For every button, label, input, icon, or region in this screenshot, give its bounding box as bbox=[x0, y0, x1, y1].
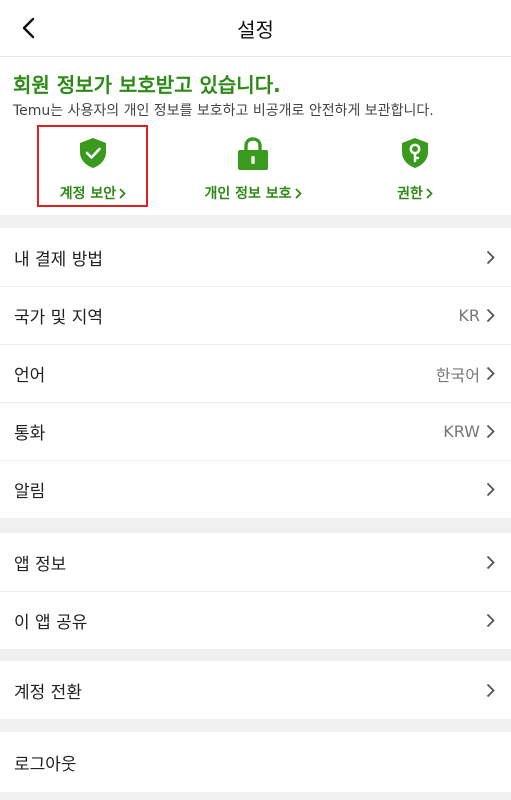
shield-check-icon bbox=[80, 138, 106, 168]
row-label: 국가 및 지역 bbox=[14, 308, 104, 328]
logout-label: 로그아웃 bbox=[14, 754, 77, 775]
chevron-right-icon bbox=[486, 482, 495, 497]
row-value: KR bbox=[458, 306, 480, 325]
about-group: 앱 정보 이 앱 공유 bbox=[0, 533, 511, 649]
language-row[interactable]: 언어 한국어 bbox=[0, 344, 511, 402]
back-button[interactable] bbox=[12, 12, 44, 44]
row-label: 알림 bbox=[14, 482, 46, 502]
chevron-right-icon bbox=[486, 308, 495, 323]
page-title: 설정 bbox=[237, 17, 274, 42]
chevron-left-icon bbox=[22, 17, 35, 39]
privacy-protection-label: 개인 정보 보호 bbox=[204, 186, 292, 202]
account-security-label: 계정 보안 bbox=[59, 186, 117, 202]
top-bar: 설정 bbox=[0, 0, 511, 57]
chevron-right-icon bbox=[486, 683, 495, 697]
notifications-row[interactable]: 알림 bbox=[0, 460, 511, 518]
chevron-right-icon bbox=[119, 187, 126, 199]
permissions-label: 권한 bbox=[397, 186, 423, 202]
currency-row[interactable]: 통화 KRW bbox=[0, 402, 511, 460]
row-label: 계정 전환 bbox=[14, 682, 82, 703]
chevron-right-icon bbox=[486, 613, 495, 628]
shield-key-icon bbox=[402, 138, 428, 168]
row-label: 내 결제 방법 bbox=[14, 249, 104, 270]
privacy-card: 회원 정보가 보호받고 있습니다. Temu는 사용자의 개인 정보를 보호하고… bbox=[0, 57, 511, 215]
row-label: 언어 bbox=[14, 366, 46, 386]
account-security-shortcut[interactable]: 계정 보안 bbox=[28, 125, 158, 205]
logout-group: 로그아웃 bbox=[0, 732, 511, 792]
row-label: 이 앱 공유 bbox=[14, 613, 88, 633]
privacy-description: Temu는 사용자의 개인 정보를 보호하고 비공개로 안전하게 보관합니다. bbox=[13, 103, 434, 119]
share-app-row[interactable]: 이 앱 공유 bbox=[0, 591, 511, 649]
app-info-row[interactable]: 앱 정보 bbox=[0, 533, 511, 591]
payment-methods-row[interactable]: 내 결제 방법 bbox=[0, 228, 511, 286]
logout-row[interactable]: 로그아웃 bbox=[0, 732, 511, 792]
switch-account-group: 계정 전환 bbox=[0, 661, 511, 719]
privacy-protection-shortcut[interactable]: 개인 정보 보호 bbox=[188, 125, 318, 205]
chevron-right-icon bbox=[426, 187, 433, 199]
row-label: 통화 bbox=[14, 424, 46, 444]
chevron-right-icon bbox=[486, 424, 495, 439]
settings-group: 내 결제 방법 국가 및 지역 KR 언어 한국어 통화 KRW 알림 bbox=[0, 228, 511, 518]
chevron-right-icon bbox=[486, 555, 495, 569]
privacy-heading: 회원 정보가 보호받고 있습니다. bbox=[13, 73, 281, 97]
lock-icon bbox=[238, 137, 268, 170]
row-value: 한국어 bbox=[435, 365, 480, 385]
switch-account-row[interactable]: 계정 전환 bbox=[0, 661, 511, 719]
chevron-right-icon bbox=[294, 187, 302, 199]
chevron-right-icon bbox=[486, 250, 495, 264]
country-region-row[interactable]: 국가 및 지역 KR bbox=[0, 286, 511, 344]
row-label: 앱 정보 bbox=[14, 554, 67, 575]
permissions-shortcut[interactable]: 권한 bbox=[350, 125, 480, 205]
chevron-right-icon bbox=[486, 366, 495, 381]
row-value: KRW bbox=[443, 422, 480, 441]
